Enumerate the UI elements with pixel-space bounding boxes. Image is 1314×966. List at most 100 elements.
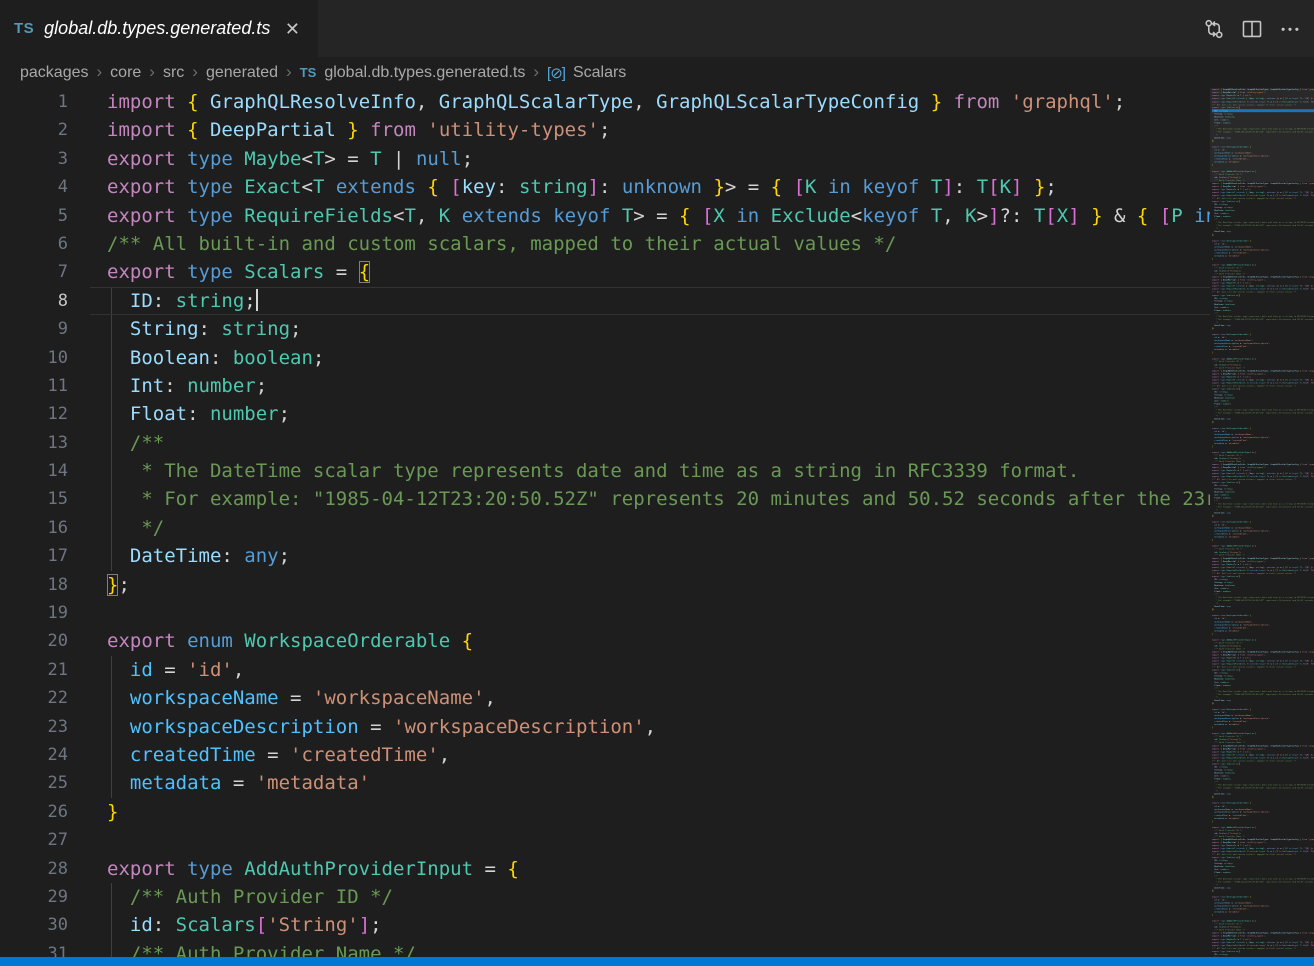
- split-editor-icon: [1241, 18, 1263, 40]
- code-text: /** Auth Provider ID */: [68, 883, 393, 911]
- line-number[interactable]: 24: [0, 741, 68, 769]
- line-number[interactable]: 22: [0, 684, 68, 712]
- code-line[interactable]: 23 workspaceDescription = 'workspaceDesc…: [0, 713, 1210, 741]
- minimap-content: import { GraphQLResolveInfo, GraphQLScal…: [1212, 88, 1314, 957]
- line-number[interactable]: 16: [0, 514, 68, 542]
- open-changes-button[interactable]: [1198, 13, 1230, 45]
- tab-global-db-types-generated[interactable]: TS global.db.types.generated.ts ✕: [0, 0, 318, 57]
- code-line[interactable]: 25 metadata = 'metadata': [0, 769, 1210, 797]
- line-number[interactable]: 27: [0, 826, 68, 854]
- code-line[interactable]: 18};: [0, 571, 1210, 599]
- code-line[interactable]: 21 id = 'id',: [0, 656, 1210, 684]
- tab-bar: TS global.db.types.generated.ts ✕: [0, 0, 1314, 57]
- line-number[interactable]: 8: [0, 287, 68, 315]
- text-cursor: [256, 289, 258, 311]
- breadcrumb-file[interactable]: global.db.types.generated.ts: [324, 64, 525, 82]
- code-line[interactable]: 15 * For example: "1985-04-12T23:20:50.5…: [0, 485, 1210, 513]
- line-number[interactable]: 12: [0, 400, 68, 428]
- code-line[interactable]: 12 Float: number;: [0, 400, 1210, 428]
- code-text: [68, 826, 107, 854]
- code-text: id: Scalars['String'];: [68, 911, 382, 939]
- code-text: * For example: "1985-04-12T23:20:50.52Z"…: [68, 485, 1210, 513]
- line-number[interactable]: 30: [0, 911, 68, 939]
- code-line[interactable]: 19: [0, 599, 1210, 627]
- code-line[interactable]: 14 * The DateTime scalar type represents…: [0, 457, 1210, 485]
- code-line[interactable]: 10 Boolean: boolean;: [0, 344, 1210, 372]
- breadcrumb-folder[interactable]: core: [110, 64, 141, 82]
- code-line[interactable]: 31 /** Auth Provider Name */: [0, 940, 1210, 957]
- line-number[interactable]: 11: [0, 372, 68, 400]
- line-number[interactable]: 26: [0, 798, 68, 826]
- code-line[interactable]: 13 /**: [0, 429, 1210, 457]
- line-number[interactable]: 4: [0, 173, 68, 201]
- close-icon[interactable]: ✕: [281, 18, 304, 40]
- code-line[interactable]: 9 String: string;: [0, 315, 1210, 343]
- code-line[interactable]: 3export type Maybe<T> = T | null;: [0, 145, 1210, 173]
- split-editor-button[interactable]: [1236, 13, 1268, 45]
- minimap-slider[interactable]: [1210, 88, 1314, 182]
- code-line[interactable]: 30 id: Scalars['String'];: [0, 911, 1210, 939]
- code-text: ID: string;: [68, 287, 258, 315]
- line-number[interactable]: 25: [0, 769, 68, 797]
- breadcrumb-folder[interactable]: generated: [206, 64, 278, 82]
- code-line[interactable]: 26}: [0, 798, 1210, 826]
- code-line[interactable]: 7export type Scalars = {: [0, 258, 1210, 286]
- code-line[interactable]: 8 ID: string;: [0, 287, 1210, 315]
- code-line[interactable]: 5export type RequireFields<T, K extends …: [0, 202, 1210, 230]
- line-number[interactable]: 14: [0, 457, 68, 485]
- code-line[interactable]: 1import { GraphQLResolveInfo, GraphQLSca…: [0, 88, 1210, 116]
- tab-label: global.db.types.generated.ts: [44, 18, 270, 39]
- code-line[interactable]: 4export type Exact<T extends { [key: str…: [0, 173, 1210, 201]
- breadcrumb-folder[interactable]: src: [163, 64, 184, 82]
- code-text: export type RequireFields<T, K extends k…: [68, 202, 1210, 230]
- code-line[interactable]: 28export type AddAuthProviderInput = {: [0, 855, 1210, 883]
- code-line[interactable]: 22 workspaceName = 'workspaceName',: [0, 684, 1210, 712]
- line-number[interactable]: 1: [0, 88, 68, 116]
- code-text: export type Scalars = {: [68, 258, 370, 286]
- code-line[interactable]: 20export enum WorkspaceOrderable {: [0, 627, 1210, 655]
- code-text: export type Exact<T extends { [key: stri…: [68, 173, 1057, 201]
- line-number[interactable]: 5: [0, 202, 68, 230]
- breadcrumb-folder[interactable]: packages: [20, 64, 89, 82]
- code-line[interactable]: 16 */: [0, 514, 1210, 542]
- code-text: DateTime: any;: [68, 542, 290, 570]
- code-text: export type Maybe<T> = T | null;: [68, 145, 473, 173]
- code-line[interactable]: 29 /** Auth Provider ID */: [0, 883, 1210, 911]
- code-line[interactable]: 2import { DeepPartial } from 'utility-ty…: [0, 116, 1210, 144]
- code-text: Int: number;: [68, 372, 267, 400]
- line-number[interactable]: 7: [0, 258, 68, 286]
- line-number[interactable]: 19: [0, 599, 68, 627]
- line-number[interactable]: 17: [0, 542, 68, 570]
- code-text: String: string;: [68, 315, 302, 343]
- line-number[interactable]: 6: [0, 230, 68, 258]
- code-editor[interactable]: 1import { GraphQLResolveInfo, GraphQLSca…: [0, 88, 1210, 957]
- minimap[interactable]: import { GraphQLResolveInfo, GraphQLScal…: [1210, 88, 1314, 957]
- breadcrumb-symbol[interactable]: Scalars: [573, 64, 626, 82]
- code-line[interactable]: 11 Int: number;: [0, 372, 1210, 400]
- line-number[interactable]: 15: [0, 485, 68, 513]
- typescript-file-icon: TS: [300, 65, 317, 80]
- code-text: * The DateTime scalar type represents da…: [68, 457, 1079, 485]
- code-text: /** Auth Provider Name */: [68, 940, 416, 957]
- line-number[interactable]: 29: [0, 883, 68, 911]
- code-line[interactable]: 6/** All built-in and custom scalars, ma…: [0, 230, 1210, 258]
- code-line[interactable]: 27: [0, 826, 1210, 854]
- code-text: Boolean: boolean;: [68, 344, 324, 372]
- line-number[interactable]: 9: [0, 315, 68, 343]
- line-number[interactable]: 20: [0, 627, 68, 655]
- line-number[interactable]: 13: [0, 429, 68, 457]
- line-number[interactable]: 31: [0, 940, 68, 957]
- code-line[interactable]: 17 DateTime: any;: [0, 542, 1210, 570]
- line-number[interactable]: 21: [0, 656, 68, 684]
- line-number[interactable]: 2: [0, 116, 68, 144]
- line-number[interactable]: 18: [0, 571, 68, 599]
- code-line[interactable]: 24 createdTime = 'createdTime',: [0, 741, 1210, 769]
- code-text: }: [68, 798, 118, 826]
- more-actions-button[interactable]: [1274, 13, 1306, 45]
- line-number[interactable]: 23: [0, 713, 68, 741]
- line-number[interactable]: 10: [0, 344, 68, 372]
- code-text: */: [68, 514, 164, 542]
- line-number[interactable]: 3: [0, 145, 68, 173]
- line-number[interactable]: 28: [0, 855, 68, 883]
- symbol-type-icon: [⊘]: [547, 64, 565, 82]
